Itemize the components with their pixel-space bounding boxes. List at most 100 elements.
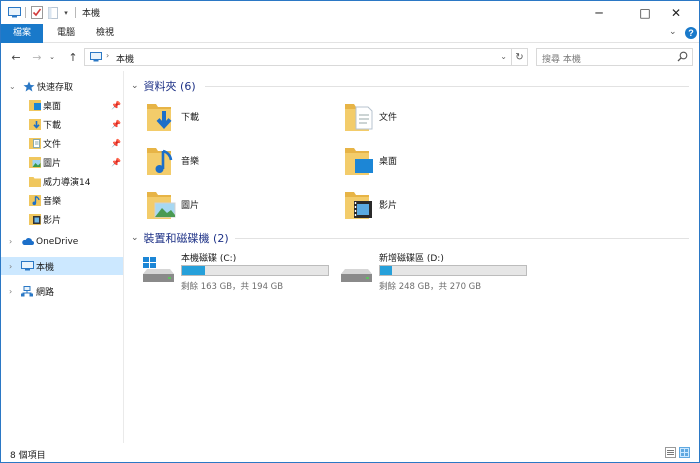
drives-group-title: 裝置和磁碟機 (2) bbox=[143, 232, 229, 245]
status-bar: 8 個項目 bbox=[1, 443, 699, 462]
sidebar-label: 音樂 bbox=[43, 197, 62, 207]
sidebar-item-folder[interactable]: 威力導演14 bbox=[1, 173, 123, 190]
network-icon bbox=[21, 286, 33, 297]
folder-icon bbox=[29, 176, 41, 187]
drive-name: 本機磁碟 (C:) bbox=[181, 254, 237, 264]
sidebar-item-onedrive[interactable]: › OneDrive bbox=[1, 233, 123, 250]
desktop-folder-icon bbox=[343, 145, 375, 180]
properties-icon[interactable] bbox=[30, 5, 44, 20]
address-path: 本機 bbox=[116, 55, 135, 65]
sidebar-item-downloads[interactable]: 下載 📌 bbox=[1, 116, 123, 133]
tab-computer[interactable]: 電腦 bbox=[49, 24, 83, 43]
chevron-down-icon[interactable]: ⌄ bbox=[9, 82, 16, 91]
forward-arrow-icon[interactable]: → bbox=[29, 49, 45, 65]
folder-tile-desktop[interactable]: 桌面 bbox=[343, 142, 533, 182]
customize-toolbar-icon[interactable]: ▾ bbox=[61, 5, 71, 20]
drive-free-space: 剩餘 248 GB，共 270 GB bbox=[379, 282, 482, 292]
folders-group-header[interactable]: ⌄ 資料夾 (6) bbox=[131, 78, 196, 94]
group-divider bbox=[235, 238, 689, 239]
sidebar-item-music[interactable]: 音樂 bbox=[1, 192, 123, 209]
cloud-icon bbox=[21, 236, 34, 247]
close-button[interactable]: ✕ bbox=[653, 1, 699, 24]
ribbon-tabs: 檔案 電腦 檢視 ⌄ ? bbox=[1, 24, 699, 43]
sidebar-label: 桌面 bbox=[43, 102, 62, 112]
tab-view[interactable]: 檢視 bbox=[88, 24, 122, 43]
sidebar-label: 文件 bbox=[43, 140, 62, 150]
recent-locations-icon[interactable]: ⌄ bbox=[47, 49, 57, 65]
svg-text:?: ? bbox=[688, 28, 694, 38]
downloads-icon bbox=[29, 119, 41, 130]
drive-free-space: 剩餘 163 GB，共 194 GB bbox=[181, 282, 284, 292]
folder-label: 圖片 bbox=[181, 201, 200, 211]
sidebar-item-this-pc[interactable]: › 本機 bbox=[1, 257, 123, 275]
explorer-window: ▾ 本機 ─ □ ✕ 檔案 電腦 檢視 ⌄ ? ← → ⌄ ↑ › 本機 ⌄ ↻… bbox=[0, 0, 700, 463]
sidebar-item-documents[interactable]: 文件 📌 bbox=[1, 135, 123, 152]
up-arrow-icon[interactable]: ↑ bbox=[65, 49, 81, 65]
content-pane: ⌄ 資料夾 (6) 下載 文件 音樂 桌面 圖片 影片 ⌄ 裝置和磁碟機 (2)… bbox=[125, 71, 699, 443]
downloads-folder-icon bbox=[145, 101, 177, 136]
sidebar-item-videos[interactable]: 影片 bbox=[1, 211, 123, 228]
sidebar-item-desktop[interactable]: 桌面 📌 bbox=[1, 97, 123, 114]
folder-tile-documents[interactable]: 文件 bbox=[343, 98, 533, 138]
drive-tile-d[interactable]: 新增磁碟區 (D:) 剩餘 248 GB，共 270 GB bbox=[339, 251, 539, 292]
title-bar: ▾ 本機 ─ □ ✕ bbox=[1, 1, 699, 24]
search-input[interactable]: 搜尋 本機 bbox=[536, 48, 693, 66]
refresh-button[interactable]: ↻ bbox=[512, 48, 528, 66]
address-dropdown-icon[interactable]: ⌄ bbox=[500, 52, 507, 61]
search-placeholder: 搜尋 本機 bbox=[542, 55, 581, 65]
new-folder-icon[interactable] bbox=[47, 5, 59, 20]
chevron-right-icon[interactable]: › bbox=[9, 237, 12, 246]
details-view-icon[interactable] bbox=[665, 447, 676, 458]
sidebar-label: 快速存取 bbox=[37, 83, 74, 93]
pictures-folder-icon bbox=[145, 189, 177, 224]
title-separator bbox=[75, 7, 76, 18]
drive-tile-c[interactable]: 本機磁碟 (C:) 剩餘 163 GB，共 194 GB bbox=[141, 251, 341, 292]
folder-tile-music[interactable]: 音樂 bbox=[145, 142, 335, 182]
folder-label: 音樂 bbox=[181, 157, 200, 167]
computer-icon bbox=[90, 52, 102, 65]
pin-icon[interactable]: 📌 bbox=[111, 101, 121, 110]
chevron-right-icon[interactable]: › bbox=[9, 287, 12, 296]
chevron-down-icon[interactable]: ⌄ bbox=[131, 81, 139, 91]
sidebar-label: 圖片 bbox=[43, 159, 62, 169]
drive-usage-fill bbox=[182, 266, 206, 275]
minimize-button[interactable]: ─ bbox=[576, 1, 622, 24]
documents-folder-icon bbox=[343, 101, 375, 136]
search-icon[interactable] bbox=[677, 51, 688, 65]
back-arrow-icon[interactable]: ← bbox=[8, 49, 24, 65]
large-icons-view-icon[interactable] bbox=[679, 447, 690, 458]
help-icon[interactable]: ? bbox=[685, 27, 698, 40]
sidebar-label: 威力導演14 bbox=[43, 178, 91, 188]
folder-tile-downloads[interactable]: 下載 bbox=[145, 98, 335, 138]
path-separator-icon: › bbox=[106, 51, 110, 60]
pin-icon[interactable]: 📌 bbox=[111, 158, 121, 167]
drives-group-header[interactable]: ⌄ 裝置和磁碟機 (2) bbox=[131, 230, 229, 246]
pictures-icon bbox=[29, 157, 41, 168]
tab-file[interactable]: 檔案 bbox=[1, 24, 43, 43]
expand-ribbon-icon[interactable]: ⌄ bbox=[669, 27, 681, 40]
music-icon bbox=[29, 195, 41, 206]
chevron-right-icon[interactable]: › bbox=[9, 262, 12, 271]
title-separator bbox=[25, 7, 26, 18]
desktop-icon bbox=[29, 100, 41, 111]
folder-label: 桌面 bbox=[379, 157, 398, 167]
folder-tile-pictures[interactable]: 圖片 bbox=[145, 186, 335, 226]
navigation-pane: ⌄ 快速存取 桌面 📌 下載 📌 文件 📌 圖片 📌 威力導演14 音樂 影片 … bbox=[1, 71, 124, 443]
sidebar-label: OneDrive bbox=[36, 236, 79, 247]
pin-icon[interactable]: 📌 bbox=[111, 120, 121, 129]
chevron-down-icon[interactable]: ⌄ bbox=[131, 233, 139, 243]
folder-label: 文件 bbox=[379, 113, 398, 123]
pin-icon[interactable]: 📌 bbox=[111, 139, 121, 148]
address-bar[interactable]: › 本機 ⌄ bbox=[84, 48, 512, 66]
navigation-bar: ← → ⌄ ↑ › 本機 ⌄ ↻ 搜尋 本機 bbox=[1, 44, 699, 70]
sidebar-item-network[interactable]: › 網路 bbox=[1, 283, 123, 300]
videos-folder-icon bbox=[343, 189, 375, 224]
drive-usage-bar bbox=[181, 265, 329, 276]
star-icon bbox=[23, 81, 35, 92]
computer-icon bbox=[21, 261, 34, 272]
drive-name: 新增磁碟區 (D:) bbox=[379, 254, 444, 264]
sidebar-item-pictures[interactable]: 圖片 📌 bbox=[1, 154, 123, 171]
system-menu-icon[interactable] bbox=[7, 5, 21, 20]
folder-tile-videos[interactable]: 影片 bbox=[343, 186, 533, 226]
sidebar-item-quick-access[interactable]: ⌄ 快速存取 bbox=[1, 78, 123, 95]
